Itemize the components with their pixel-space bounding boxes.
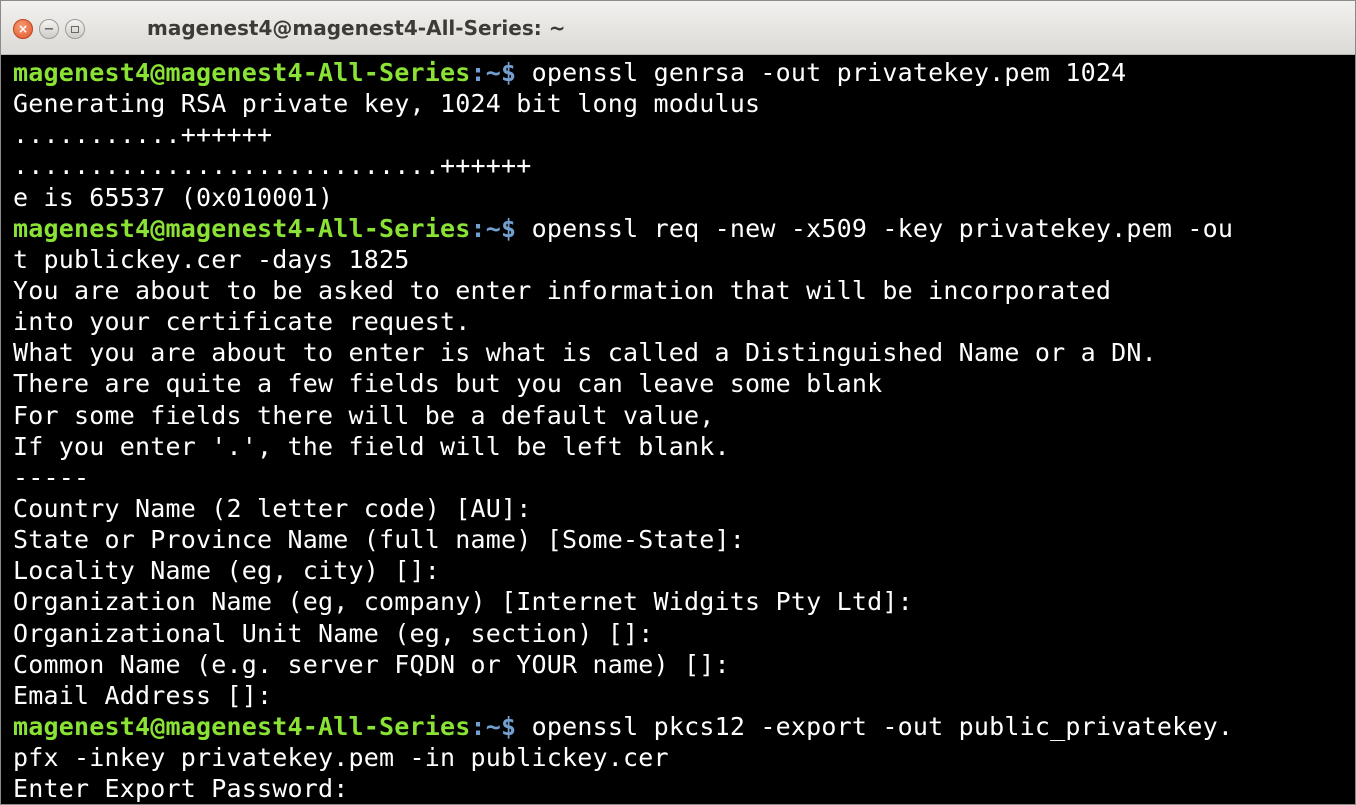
prompt-user-host: magenest4@magenest4-All-Series — [13, 711, 471, 741]
output-line: Country Name (2 letter code) [AU]: — [13, 493, 532, 523]
window-title: magenest4@magenest4-All-Series: ~ — [147, 16, 566, 40]
prompt-path: :~$ — [470, 213, 517, 243]
close-button[interactable]: × — [13, 19, 33, 39]
output-line: ...........++++++ — [13, 120, 273, 150]
output-line: If you enter '.', the field will be left… — [13, 431, 730, 461]
output-line: Organization Name (eg, company) [Interne… — [13, 587, 913, 617]
output-line: Enter Export Password: — [13, 774, 349, 804]
output-line: ----- — [13, 462, 90, 492]
minimize-button[interactable]: − — [39, 19, 59, 39]
output-line: Email Address []: — [13, 680, 273, 710]
prompt-user-host: magenest4@magenest4-All-Series — [13, 58, 471, 87]
output-line: t publickey.cer -days 1825 — [13, 244, 410, 274]
command-text: openssl req -new -x509 -key privatekey.p… — [516, 213, 1234, 243]
output-line: What you are about to enter is what is c… — [13, 338, 1157, 368]
output-line: Organizational Unit Name (eg, section) [… — [13, 618, 654, 648]
output-line: Locality Name (eg, city) []: — [13, 556, 441, 586]
command-text: openssl pkcs12 -export -out public_priva… — [516, 711, 1234, 741]
output-line: Generating RSA private key, 1024 bit lon… — [13, 89, 761, 119]
prompt-line: magenest4@magenest4-All-Series:~$ openss… — [13, 57, 1351, 88]
terminal-window: × − magenest4@magenest4-All-Series: ~ ma… — [0, 0, 1356, 805]
prompt-path: :~$ — [470, 711, 517, 741]
output-line: For some fields there will be a default … — [13, 400, 715, 430]
prompt-line: magenest4@magenest4-All-Series:~$ openss… — [13, 711, 1351, 742]
maximize-icon — [71, 25, 79, 33]
title-bar[interactable]: × − magenest4@magenest4-All-Series: ~ — [1, 1, 1355, 55]
command-text: openssl genrsa -out privatekey.pem 1024 — [516, 58, 1127, 87]
output-line: There are quite a few fields but you can… — [13, 369, 883, 399]
output-line: pfx -inkey privatekey.pem -in publickey.… — [13, 743, 669, 773]
output-line: into your certificate request. — [13, 307, 471, 337]
output-line: Common Name (e.g. server FQDN or YOUR na… — [13, 649, 730, 679]
prompt-line: magenest4@magenest4-All-Series:~$ openss… — [13, 213, 1351, 244]
output-line: ............................++++++ — [13, 151, 532, 181]
prompt-path: :~$ — [470, 58, 517, 87]
maximize-button[interactable] — [65, 19, 85, 39]
minimize-icon: − — [43, 21, 55, 37]
close-icon: × — [17, 22, 29, 36]
output-line: You are about to be asked to enter infor… — [13, 275, 1112, 305]
terminal-output[interactable]: magenest4@magenest4-All-Series:~$ openss… — [13, 57, 1351, 804]
output-line: State or Province Name (full name) [Some… — [13, 525, 746, 555]
output-line: e is 65537 (0x010001) — [13, 182, 334, 212]
prompt-user-host: magenest4@magenest4-All-Series — [13, 213, 471, 243]
